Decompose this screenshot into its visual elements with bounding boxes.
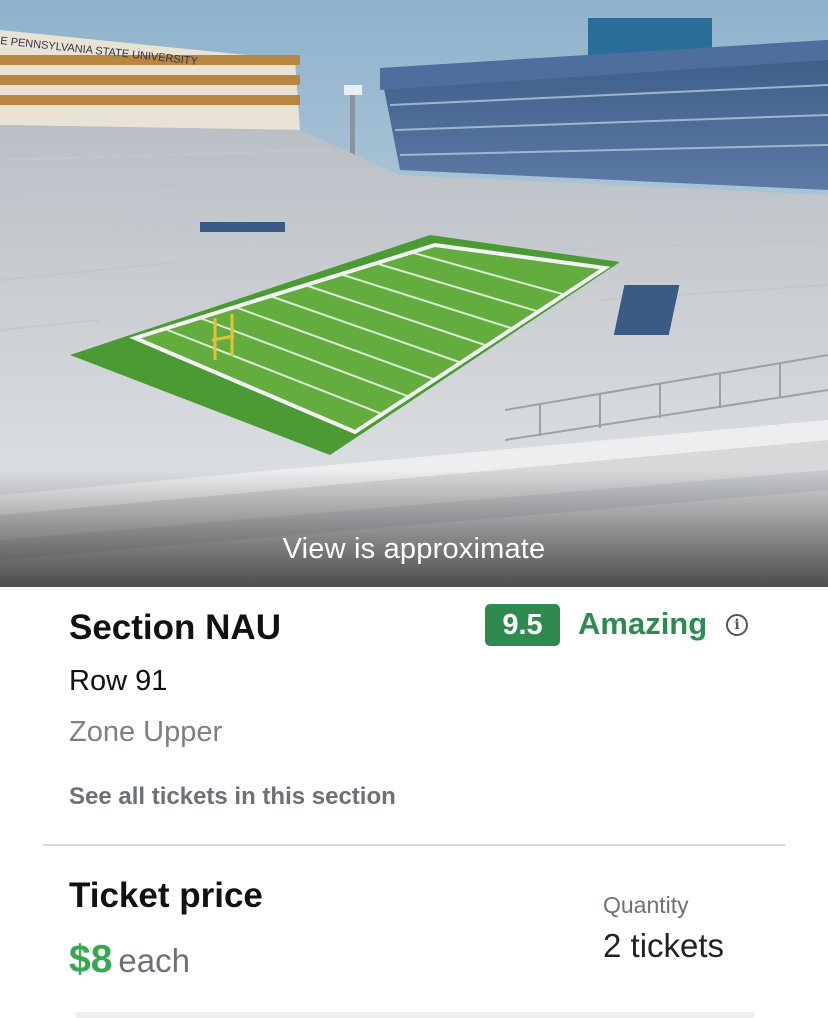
- row-label: Row 91: [69, 665, 168, 697]
- price-row: $8 each: [69, 938, 190, 982]
- price-amount: $8: [69, 938, 113, 981]
- seat-view-image: E PENNSYLVANIA STATE UNIVERSITY View is …: [0, 0, 828, 587]
- zone-label: Zone Upper: [69, 716, 223, 748]
- stadium-illustration: E PENNSYLVANIA STATE UNIVERSITY: [0, 0, 828, 587]
- price-unit: each: [118, 942, 190, 979]
- info-icon[interactable]: i: [726, 614, 748, 636]
- divider: [43, 844, 785, 846]
- seat-score-label: Amazing: [578, 606, 708, 641]
- quantity-label: Quantity: [603, 892, 689, 918]
- seat-score-badge: 9.5: [485, 604, 560, 646]
- quantity-value[interactable]: 2 tickets: [603, 927, 724, 965]
- view-approximate-caption: View is approximate: [282, 533, 546, 565]
- ticket-price-heading: Ticket price: [69, 876, 263, 915]
- section-title: Section NAU: [69, 608, 281, 647]
- bottom-divider: [75, 1012, 755, 1018]
- see-all-tickets-link[interactable]: See all tickets in this section: [69, 783, 396, 811]
